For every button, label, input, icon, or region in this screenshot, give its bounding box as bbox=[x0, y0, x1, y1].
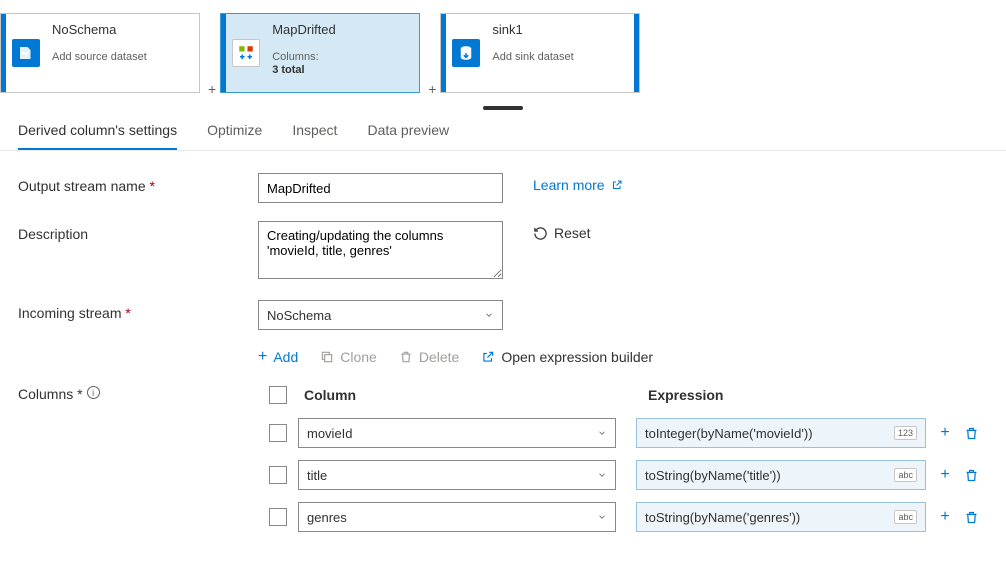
node-title: sink1 bbox=[492, 22, 628, 37]
chevron-down-icon bbox=[597, 512, 607, 522]
source-icon bbox=[12, 39, 40, 67]
add-node-plus[interactable]: + bbox=[204, 81, 220, 97]
description-textarea[interactable] bbox=[258, 221, 503, 279]
expression-input[interactable]: toString(byName('genres')) abc bbox=[636, 502, 926, 532]
tab-settings[interactable]: Derived column's settings bbox=[18, 114, 177, 150]
tabs: Derived column's settings Optimize Inspe… bbox=[0, 110, 1006, 151]
columns-table-header: Column Expression bbox=[258, 376, 988, 418]
node-sub: Add sink dataset bbox=[492, 51, 628, 64]
flow-canvas: NoSchema Add source dataset + MapDrifted… bbox=[0, 0, 1006, 100]
trash-icon bbox=[399, 350, 413, 364]
row-delete-button[interactable] bbox=[962, 508, 980, 526]
description-label: Description bbox=[18, 221, 258, 242]
columns-table: Column Expression movieId toInteger(byNa… bbox=[258, 376, 988, 532]
open-expression-builder-button[interactable]: Open expression builder bbox=[481, 349, 653, 365]
expression-header: Expression bbox=[628, 387, 938, 403]
type-badge: abc bbox=[894, 468, 917, 482]
select-all-checkbox[interactable] bbox=[269, 386, 287, 404]
column-name-select[interactable]: movieId bbox=[298, 418, 616, 448]
plus-icon: + bbox=[258, 348, 267, 366]
sink-icon bbox=[452, 39, 480, 67]
output-stream-input[interactable] bbox=[258, 173, 503, 203]
incoming-stream-select[interactable]: NoSchema bbox=[258, 300, 503, 330]
node-icon-col bbox=[226, 14, 266, 92]
type-badge: abc bbox=[894, 510, 917, 524]
node-icon-col bbox=[446, 14, 486, 92]
columns-toolbar: + Add Clone Delete Open expression build… bbox=[258, 348, 988, 366]
tab-inspect[interactable]: Inspect bbox=[292, 114, 337, 150]
row-checkbox[interactable] bbox=[269, 508, 287, 526]
flow-node-sink[interactable]: sink1 Add sink dataset bbox=[440, 13, 640, 93]
row-delete-button[interactable] bbox=[962, 466, 980, 484]
node-edge bbox=[634, 14, 639, 92]
add-button[interactable]: + Add bbox=[258, 348, 298, 366]
table-row: movieId toInteger(byName('movieId')) 123… bbox=[258, 418, 988, 448]
chevron-down-icon bbox=[597, 428, 607, 438]
reset-button[interactable]: Reset bbox=[533, 221, 591, 241]
delete-button: Delete bbox=[399, 349, 459, 365]
tab-optimize[interactable]: Optimize bbox=[207, 114, 262, 150]
node-sub: Add source dataset bbox=[52, 51, 193, 64]
table-row: title toString(byName('title')) abc + bbox=[258, 460, 988, 490]
plus-icon: + bbox=[940, 508, 949, 526]
plus-icon: + bbox=[940, 466, 949, 484]
expression-input[interactable]: toInteger(byName('movieId')) 123 bbox=[636, 418, 926, 448]
row-checkbox[interactable] bbox=[269, 424, 287, 442]
derived-column-icon bbox=[232, 39, 260, 67]
chevron-down-icon bbox=[597, 470, 607, 480]
node-title: NoSchema bbox=[52, 22, 193, 37]
row-checkbox[interactable] bbox=[269, 466, 287, 484]
output-stream-label: Output stream name * bbox=[18, 173, 258, 194]
reset-icon bbox=[533, 226, 548, 241]
row-add-button[interactable]: + bbox=[936, 424, 954, 442]
node-icon-col bbox=[6, 14, 46, 92]
external-link-icon bbox=[481, 350, 495, 364]
info-icon[interactable]: i bbox=[87, 386, 100, 399]
incoming-stream-label: Incoming stream * bbox=[18, 300, 258, 321]
external-link-icon bbox=[611, 179, 623, 191]
column-name-select[interactable]: title bbox=[298, 460, 616, 490]
columns-label: Columns *i bbox=[18, 386, 100, 402]
trash-icon bbox=[964, 426, 979, 441]
expression-input[interactable]: toString(byName('title')) abc bbox=[636, 460, 926, 490]
type-badge: 123 bbox=[894, 426, 917, 440]
learn-more-link[interactable]: Learn more bbox=[533, 173, 623, 193]
node-sub: Columns: 3 total bbox=[272, 51, 413, 77]
row-delete-button[interactable] bbox=[962, 424, 980, 442]
column-header: Column bbox=[298, 387, 628, 403]
flow-node-derived[interactable]: MapDrifted Columns: 3 total bbox=[220, 13, 420, 93]
flow-node-source[interactable]: NoSchema Add source dataset bbox=[0, 13, 200, 93]
row-add-button[interactable]: + bbox=[936, 466, 954, 484]
add-node-plus[interactable]: + bbox=[424, 81, 440, 97]
clone-button: Clone bbox=[320, 349, 377, 365]
row-add-button[interactable]: + bbox=[936, 508, 954, 526]
trash-icon bbox=[964, 468, 979, 483]
tab-preview[interactable]: Data preview bbox=[367, 114, 449, 150]
table-row: genres toString(byName('genres')) abc + bbox=[258, 502, 988, 532]
plus-icon: + bbox=[940, 424, 949, 442]
chevron-down-icon bbox=[484, 310, 494, 320]
clone-icon bbox=[320, 350, 334, 364]
node-title: MapDrifted bbox=[272, 22, 413, 37]
column-name-select[interactable]: genres bbox=[298, 502, 616, 532]
trash-icon bbox=[964, 510, 979, 525]
settings-form: Output stream name * Learn more Descript… bbox=[0, 151, 1006, 532]
